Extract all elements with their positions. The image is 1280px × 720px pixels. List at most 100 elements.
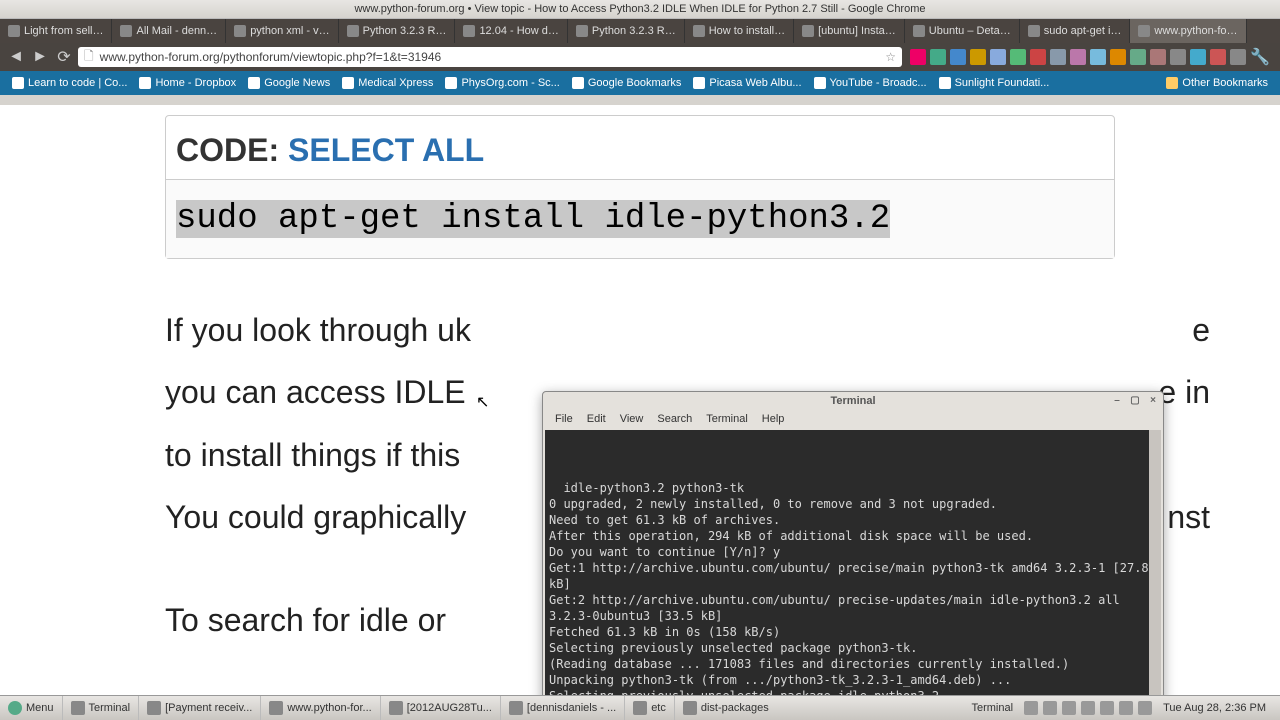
browser-tab[interactable]: www.python-fo…: [1130, 19, 1246, 43]
terminal-menu-help[interactable]: Help: [756, 413, 791, 425]
browser-tab[interactable]: Ubuntu – Deta…: [905, 19, 1020, 43]
favicon-icon: [802, 25, 814, 37]
tray-terminal-label[interactable]: Terminal: [971, 702, 1019, 714]
bookmark-item[interactable]: Google Bookmarks: [566, 77, 688, 89]
terminal-output[interactable]: idle-python3.2 python3-tk 0 upgraded, 2 …: [545, 430, 1161, 720]
app-icon: [147, 701, 161, 715]
terminal-title: Terminal: [830, 395, 875, 407]
app-icon: [683, 701, 697, 715]
bookmark-item[interactable]: Learn to code | Co...: [6, 77, 133, 89]
other-bookmarks[interactable]: Other Bookmarks: [1160, 77, 1274, 89]
favicon-icon: [8, 25, 20, 37]
favicon-icon: [693, 77, 705, 89]
minimize-button[interactable]: –: [1111, 394, 1123, 406]
terminal-menu-terminal[interactable]: Terminal: [700, 413, 754, 425]
bookmark-item[interactable]: Medical Xpress: [336, 77, 439, 89]
bookmark-item[interactable]: PhysOrg.com - Sc...: [439, 77, 565, 89]
extension-icon[interactable]: [990, 49, 1006, 65]
taskbar-task[interactable]: www.python-for...: [260, 696, 379, 720]
browser-tab[interactable]: python xml - v…: [226, 19, 338, 43]
forward-button[interactable]: ►: [30, 47, 50, 67]
favicon-icon: [693, 25, 705, 37]
close-button[interactable]: ×: [1147, 394, 1159, 406]
favicon-icon: [234, 25, 246, 37]
browser-tab[interactable]: How to install…: [685, 19, 794, 43]
favicon-icon: [1138, 25, 1150, 37]
browser-tab[interactable]: Python 3.2.3 R…: [339, 19, 456, 43]
bookmark-item[interactable]: Picasa Web Albu...: [687, 77, 807, 89]
extension-icon[interactable]: [1150, 49, 1166, 65]
app-icon: [633, 701, 647, 715]
tray-icon[interactable]: [1062, 701, 1076, 715]
bookmark-item[interactable]: Home - Dropbox: [133, 77, 242, 89]
folder-icon: [1166, 77, 1178, 89]
extension-icon[interactable]: [1230, 49, 1246, 65]
tray-icon[interactable]: [1119, 701, 1133, 715]
browser-tab[interactable]: sudo apt-get i…: [1020, 19, 1131, 43]
favicon-icon: [120, 25, 132, 37]
extension-icon[interactable]: [930, 49, 946, 65]
bookmark-item[interactable]: Sunlight Foundati...: [933, 77, 1056, 89]
extension-icon[interactable]: [1030, 49, 1046, 65]
select-all-link[interactable]: SELECT ALL: [288, 132, 484, 168]
taskbar-task[interactable]: [Payment receiv...: [138, 696, 260, 720]
terminal-menu-view[interactable]: View: [614, 413, 650, 425]
taskbar-task[interactable]: [dennisdaniels - ...: [500, 696, 624, 720]
taskbar-task[interactable]: dist-packages: [674, 696, 777, 720]
terminal-window[interactable]: Terminal – ▢ × FileEditViewSearchTermina…: [542, 391, 1164, 720]
extension-icon[interactable]: [1170, 49, 1186, 65]
terminal-menu-file[interactable]: File: [549, 413, 579, 425]
browser-tab-row: Light from sell…All Mail - denn…python x…: [0, 19, 1280, 43]
taskbar-task[interactable]: etc: [624, 696, 674, 720]
app-icon: [509, 701, 523, 715]
tray-icon[interactable]: [1138, 701, 1152, 715]
url-text: www.python-forum.org/pythonforum/viewtop…: [100, 50, 442, 64]
browser-tab[interactable]: All Mail - denn…: [112, 19, 226, 43]
terminal-titlebar[interactable]: Terminal – ▢ ×: [543, 392, 1163, 410]
extension-icon[interactable]: [1130, 49, 1146, 65]
address-bar[interactable]: 🗋 www.python-forum.org/pythonforum/viewt…: [78, 47, 902, 67]
window-title: www.python-forum.org • View topic - How …: [354, 3, 925, 15]
browser-tab[interactable]: 12.04 - How d…: [455, 19, 567, 43]
extension-icon[interactable]: [1190, 49, 1206, 65]
code-label: CODE:: [176, 132, 288, 168]
terminal-menu-search[interactable]: Search: [651, 413, 698, 425]
maximize-button[interactable]: ▢: [1129, 394, 1141, 406]
start-menu-button[interactable]: Menu: [0, 701, 62, 715]
tray-icon[interactable]: [1024, 701, 1038, 715]
reload-button[interactable]: ⟳: [54, 47, 74, 67]
tray-icon[interactable]: [1081, 701, 1095, 715]
wrench-menu[interactable]: 🔧: [1250, 47, 1270, 67]
extension-icon[interactable]: [1090, 49, 1106, 65]
terminal-scrollbar[interactable]: [1149, 430, 1161, 720]
system-tray: Terminal Tue Aug 28, 2:36 PM: [963, 701, 1280, 715]
extension-icon[interactable]: [910, 49, 926, 65]
back-button[interactable]: ◄: [6, 47, 26, 67]
taskbar-task[interactable]: Terminal: [62, 696, 139, 720]
extension-icon[interactable]: [950, 49, 966, 65]
bookmark-item[interactable]: YouTube - Broadc...: [808, 77, 933, 89]
extension-icon[interactable]: [1050, 49, 1066, 65]
favicon-icon: [248, 77, 260, 89]
browser-tab[interactable]: Light from sell…: [0, 19, 112, 43]
tray-icon[interactable]: [1100, 701, 1114, 715]
extension-icon[interactable]: [1070, 49, 1086, 65]
terminal-menu-edit[interactable]: Edit: [581, 413, 612, 425]
favicon-icon: [913, 25, 925, 37]
taskbar-task[interactable]: [2012AUG28Tu...: [380, 696, 500, 720]
code-body[interactable]: sudo apt-get install idle-python3.2: [166, 180, 1114, 258]
extension-icon[interactable]: [1010, 49, 1026, 65]
extension-icon[interactable]: [970, 49, 986, 65]
favicon-icon: [139, 77, 151, 89]
favicon-icon: [342, 77, 354, 89]
clock[interactable]: Tue Aug 28, 2:36 PM: [1157, 702, 1272, 714]
bookmarks-bar: Learn to code | Co...Home - DropboxGoogl…: [0, 71, 1280, 95]
browser-tab[interactable]: [ubuntu] Insta…: [794, 19, 905, 43]
tray-icon[interactable]: [1043, 701, 1057, 715]
extension-icon[interactable]: [1110, 49, 1126, 65]
favicon-icon: [12, 77, 24, 89]
browser-tab[interactable]: Python 3.2.3 R…: [568, 19, 685, 43]
bookmark-item[interactable]: Google News: [242, 77, 336, 89]
favicon-icon: [572, 77, 584, 89]
extension-icon[interactable]: [1210, 49, 1226, 65]
